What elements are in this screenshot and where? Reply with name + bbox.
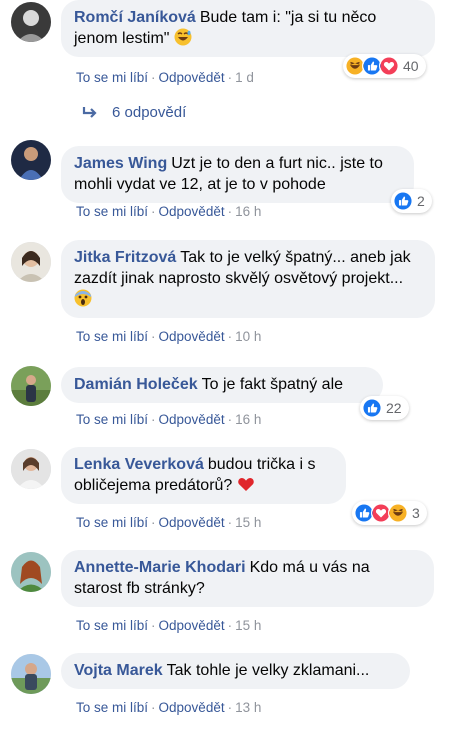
avatar[interactable]: [11, 552, 51, 592]
love-reaction-icon: [379, 56, 399, 76]
comment-author[interactable]: Damián Holeček: [74, 376, 198, 393]
separator: ·: [151, 70, 156, 85]
grinning-sweat-emoji: [174, 28, 192, 46]
reaction-count: 40: [403, 58, 419, 74]
separator: ·: [227, 412, 233, 427]
reply-arrow-icon: [82, 106, 97, 118]
separator: ·: [227, 70, 233, 85]
reaction-count: 2: [417, 193, 425, 209]
like-reaction-icon: [393, 191, 413, 211]
like-link[interactable]: To se mi líbí: [76, 700, 148, 715]
comment-actions: To se mi líbí · Odpovědět · 10 h: [76, 329, 261, 344]
avatar[interactable]: [11, 242, 51, 282]
comment-author[interactable]: Vojta Marek: [74, 662, 163, 679]
comment-actions: To se mi líbí · Odpovědět · 15 h: [76, 618, 261, 633]
comment-author[interactable]: Annette-Marie Khodari: [74, 559, 246, 576]
like-link[interactable]: To se mi líbí: [76, 70, 148, 85]
separator: ·: [227, 515, 233, 530]
reply-link[interactable]: Odpovědět: [159, 618, 225, 633]
comment-timestamp[interactable]: 1 d: [235, 70, 254, 85]
avatar-image: [11, 242, 51, 282]
avatar-image: [11, 366, 51, 406]
reply-link[interactable]: Odpovědět: [159, 515, 225, 530]
comment-text: To je fakt špatný ale: [201, 376, 344, 393]
view-replies-link[interactable]: 6 odpovědí: [82, 104, 186, 121]
like-reaction-icon: [362, 398, 382, 418]
reaction-count: 3: [412, 505, 420, 521]
reactions-summary[interactable]: 40: [343, 54, 426, 78]
comment-actions: To se mi líbí · Odpovědět · 16 h: [76, 412, 261, 427]
comment-bubble: Romčí Janíková Bude tam i: "ja si tu něco…: [61, 0, 435, 57]
separator: ·: [227, 329, 233, 344]
like-link[interactable]: To se mi líbí: [76, 204, 148, 219]
reactions-summary[interactable]: 2: [391, 189, 432, 213]
comment-author[interactable]: Romčí Janíková: [74, 9, 196, 26]
like-link[interactable]: To se mi líbí: [76, 329, 148, 344]
comment-timestamp[interactable]: 10 h: [235, 329, 261, 344]
avatar[interactable]: [11, 140, 51, 180]
comment-bubble: Annette-Marie Khodari Kdo má u vás na sta…: [61, 550, 434, 607]
reaction-count: 22: [386, 400, 402, 416]
separator: ·: [151, 618, 156, 633]
reply-link[interactable]: Odpovědět: [159, 700, 225, 715]
comment-bubble: James Wing Uzt je to den a furt nic.. jst…: [61, 146, 414, 203]
avatar[interactable]: [11, 366, 51, 406]
comment-actions: To se mi líbí · Odpovědět · 1 d: [76, 70, 254, 85]
comment-timestamp[interactable]: 16 h: [235, 204, 261, 219]
red-heart-emoji: [237, 475, 255, 493]
avatar[interactable]: [11, 449, 51, 489]
comment-author[interactable]: James Wing: [74, 155, 167, 172]
separator: ·: [227, 204, 233, 219]
like-link[interactable]: To se mi líbí: [76, 515, 148, 530]
comment-bubble: Damián Holeček To je fakt špatný ale: [61, 367, 383, 403]
comment-bubble: Lenka Veverková budou trička i s obličeje…: [61, 447, 346, 504]
avatar-image: [11, 654, 51, 694]
replies-count[interactable]: 6 odpovědí: [112, 104, 186, 121]
comment-bubble: Jitka Fritzová Tak to je velký špatný... …: [61, 240, 435, 318]
separator: ·: [151, 700, 156, 715]
comment-actions: To se mi líbí · Odpovědět · 16 h: [76, 204, 261, 219]
comment-bubble: Vojta Marek Tak tohle je velky zklamani..…: [61, 653, 410, 689]
reactions-summary[interactable]: 22: [360, 396, 409, 420]
like-link[interactable]: To se mi líbí: [76, 412, 148, 427]
avatar[interactable]: [11, 2, 51, 42]
comment-author[interactable]: Lenka Veverková: [74, 456, 204, 473]
avatar[interactable]: [11, 654, 51, 694]
comment-actions: To se mi líbí · Odpovědět · 15 h: [76, 515, 261, 530]
avatar-image: [11, 552, 51, 592]
separator: ·: [227, 700, 233, 715]
reply-link[interactable]: Odpovědět: [159, 412, 225, 427]
reactions-summary[interactable]: 3: [352, 501, 427, 525]
haha-reaction-icon: [388, 503, 408, 523]
comment-actions: To se mi líbí · Odpovědět · 13 h: [76, 700, 261, 715]
reply-link[interactable]: Odpovědět: [159, 204, 225, 219]
avatar-image: [11, 2, 51, 42]
separator: ·: [151, 204, 156, 219]
comment-timestamp[interactable]: 15 h: [235, 515, 261, 530]
like-link[interactable]: To se mi líbí: [76, 618, 148, 633]
separator: ·: [151, 515, 156, 530]
comment-timestamp[interactable]: 15 h: [235, 618, 261, 633]
avatar-image: [11, 140, 51, 180]
comment-text: Tak tohle je velky zklamani...: [166, 662, 370, 679]
separator: ·: [151, 329, 156, 344]
separator: ·: [151, 412, 156, 427]
comment-author[interactable]: Jitka Fritzová: [74, 249, 176, 266]
avatar-image: [11, 449, 51, 489]
separator: ·: [227, 618, 233, 633]
scream-emoji: [74, 289, 92, 307]
comment-timestamp[interactable]: 13 h: [235, 700, 261, 715]
reply-link[interactable]: Odpovědět: [159, 329, 225, 344]
comment-timestamp[interactable]: 16 h: [235, 412, 261, 427]
reply-link[interactable]: Odpovědět: [159, 70, 225, 85]
